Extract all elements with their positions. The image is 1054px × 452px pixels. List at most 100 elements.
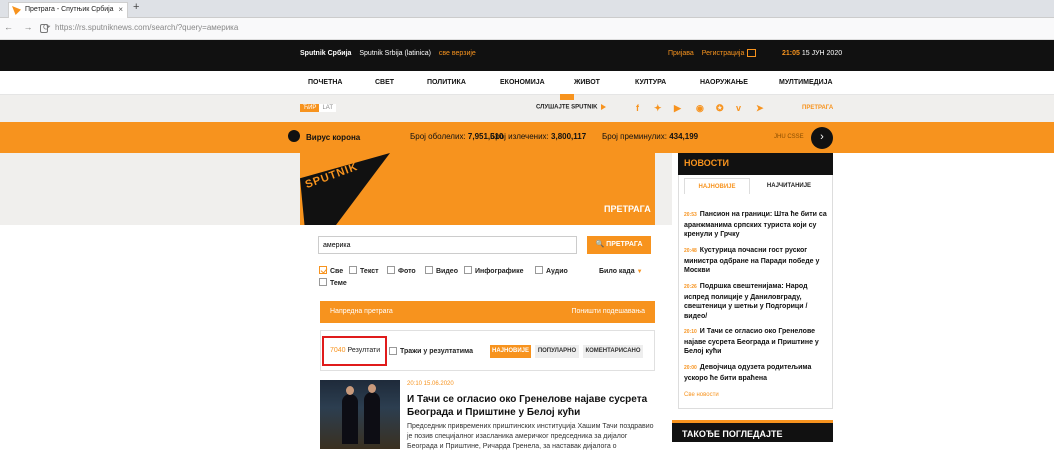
checkbox-icon <box>535 266 543 274</box>
menu-item-life[interactable]: ЖИВОТ <box>574 79 600 86</box>
sort-popular-button[interactable]: ПОПУЛАРНО <box>535 345 579 358</box>
lock-icon[interactable] <box>40 24 48 33</box>
current-date: 15 ЈУН 2020 <box>801 50 843 57</box>
news-item[interactable]: 20:48 Кустурица почасни гост руског минис… <box>684 246 829 276</box>
url-field[interactable]: https://rs.sputniknews.com/search/?query… <box>55 23 238 32</box>
advanced-search-bar: Напредна претрага Поништи подешавања <box>320 301 655 323</box>
sub-bar: ЋИР LAT СЛУШАЈТЕ SPUTNIK f ✦ ▶ ◉ ✪ ᴠ ➤ ПР… <box>0 95 1054 122</box>
news-item[interactable]: 20:26 Подршка свештенијама: Народ испред … <box>684 282 829 321</box>
tab-latest[interactable]: НАЈНОВИЈЕ <box>684 178 750 194</box>
telegram-icon[interactable]: ➤ <box>756 103 764 114</box>
search-within-results[interactable]: Тражи у резултатима <box>389 347 473 355</box>
youtube-icon[interactable]: ▶ <box>674 103 681 114</box>
sort-commented-button[interactable]: КОМЕНТАРИСАНО <box>583 345 643 358</box>
filter-topics[interactable]: Теме <box>319 278 347 287</box>
filter-label: Видео <box>436 267 458 275</box>
advanced-search-toggle[interactable]: Напредна претрага <box>330 308 393 315</box>
tab-most-read[interactable]: НАЈЧИТАНИЈЕ <box>754 178 824 194</box>
news-text: Подршка свештенијама: Народ испред полиц… <box>684 283 808 320</box>
auth-links: Пријава Регистрација <box>668 50 750 57</box>
filter-label: Теме <box>330 279 347 287</box>
search-input[interactable] <box>318 236 577 254</box>
all-versions-link[interactable]: све верзије <box>439 50 476 57</box>
news-time: 20:10 <box>684 329 697 335</box>
reset-settings-link[interactable]: Поништи подешавања <box>571 308 645 315</box>
twitter-icon[interactable]: ✦ <box>654 103 662 114</box>
within-label: Тражи у резултатима <box>400 347 473 355</box>
search-icon: 🔍 <box>595 241 605 248</box>
play-icon <box>600 104 606 110</box>
sort-newest-button[interactable]: НАЈНОВИЈЕ <box>490 345 531 358</box>
register-link[interactable]: Регистрација <box>702 50 745 57</box>
menu-item-culture[interactable]: КУЛТУРА <box>635 79 666 86</box>
rss-icon[interactable]: ◉ <box>696 103 704 114</box>
news-text: И Тачи се огласио око Гренелове најаве с… <box>684 328 819 355</box>
filter-all[interactable]: Све <box>319 266 344 275</box>
filter-video[interactable]: Видео <box>425 266 458 275</box>
menu-item-multimedia[interactable]: МУЛТИМЕДИЈА <box>779 79 833 86</box>
facebook-icon[interactable]: f <box>636 103 639 113</box>
page-title: ПРЕТРАГА <box>604 204 651 214</box>
new-tab-button[interactable]: + <box>133 1 139 13</box>
main-menu: ПОЧЕТНА СВЕТ ПОЛИТИКА ЕКОНОМИЈА ЖИВОТ КУ… <box>0 71 1054 95</box>
news-item[interactable]: 20:00 Девојчица одузета родитељима ускоро… <box>684 363 829 383</box>
browser-tab[interactable]: Претрага - Спутњик Србија × <box>8 2 128 18</box>
address-bar: ← → ⟳ https://rs.sputniknews.com/search/… <box>0 18 1054 40</box>
filter-photo[interactable]: Фото <box>387 266 416 275</box>
news-item[interactable]: 20:53 Пансион на граници: Шта ће бити са … <box>684 210 829 240</box>
vk-icon[interactable]: ᴠ <box>736 103 741 113</box>
listen-label: СЛУШАЈТЕ SPUTNIK <box>536 104 598 111</box>
close-tab-icon[interactable]: × <box>118 3 123 17</box>
news-item[interactable]: 20:10 И Тачи се огласио око Гренелове нај… <box>684 327 829 357</box>
listen-tab-handle[interactable] <box>560 94 574 100</box>
covid-source: JHU CSSE <box>774 134 804 140</box>
top-bar: Sputnik Србија Sputnik Srbija (latinica)… <box>0 40 1054 71</box>
filter-audio[interactable]: Аудио <box>535 266 568 275</box>
all-news-link[interactable]: Све новости <box>684 392 719 398</box>
virus-icon <box>288 130 300 142</box>
covid-deaths: Број преминулих: 434,199 <box>602 132 698 141</box>
edition-latin[interactable]: Sputnik Srbija (latinica) <box>359 50 431 57</box>
lang-cyrillic-button[interactable]: ЋИР <box>300 104 320 112</box>
results-number: 7040 <box>330 347 346 354</box>
covid-next-button[interactable]: › <box>811 127 833 149</box>
filter-label: Инфографике <box>475 267 524 275</box>
current-time: 21:05 <box>782 50 800 57</box>
deaths-label: Број преминулих: <box>602 132 667 141</box>
covid-recovered: Број излечених: 3,800,117 <box>490 132 586 141</box>
menu-item-politics[interactable]: ПОЛИТИКА <box>427 79 466 86</box>
edition-cyrillic[interactable]: Sputnik Србија <box>300 50 351 57</box>
search-button-label: ПРЕТРАГА <box>606 241 643 248</box>
odnoklassniki-icon[interactable]: ✪ <box>716 103 724 114</box>
covid-title[interactable]: Вирус корона <box>306 133 360 142</box>
menu-item-home[interactable]: ПОЧЕТНА <box>308 79 342 86</box>
article-image[interactable] <box>320 380 400 449</box>
covid-bar: Вирус корона Број оболелих: 7,951,610 Бр… <box>0 122 1054 153</box>
filter-label: Текст <box>360 267 379 275</box>
checkbox-icon <box>389 347 397 355</box>
filter-text[interactable]: Текст <box>349 266 379 275</box>
exit-icon[interactable] <box>747 49 756 57</box>
search-link[interactable]: ПРЕТРАГА <box>802 105 833 111</box>
filter-infographics[interactable]: Инфографике <box>464 266 524 275</box>
menu-item-weapons[interactable]: НАОРУЖАЊЕ <box>700 79 748 86</box>
checkbox-icon <box>425 266 433 274</box>
checkbox-icon <box>319 278 327 286</box>
menu-item-world[interactable]: СВЕТ <box>375 79 394 86</box>
sputnik-favicon-icon <box>12 6 21 15</box>
lang-latin-button[interactable]: LAT <box>319 104 337 112</box>
filter-label: Аудио <box>546 267 568 275</box>
sidebar-title: НОВОСТИ <box>678 153 833 175</box>
login-link[interactable]: Пријава <box>668 50 694 57</box>
menu-item-economy[interactable]: ЕКОНОМИЈА <box>500 79 545 86</box>
listen-sputnik[interactable]: СЛУШАЈТЕ SPUTNIK <box>536 104 606 111</box>
filter-label: Све <box>330 267 344 275</box>
results-label: Резултати <box>347 347 381 354</box>
edition-switcher: Sputnik Србија Sputnik Srbija (latinica)… <box>300 50 482 57</box>
article-date: 20:10 15.06.2020 <box>407 381 454 387</box>
checkbox-icon <box>349 266 357 274</box>
checkbox-icon <box>464 266 472 274</box>
article-title[interactable]: И Тачи се огласио око Гренелове најаве с… <box>407 393 657 419</box>
period-dropdown[interactable]: Било када ▼ <box>599 268 643 275</box>
search-button[interactable]: 🔍 ПРЕТРАГА <box>587 236 651 254</box>
